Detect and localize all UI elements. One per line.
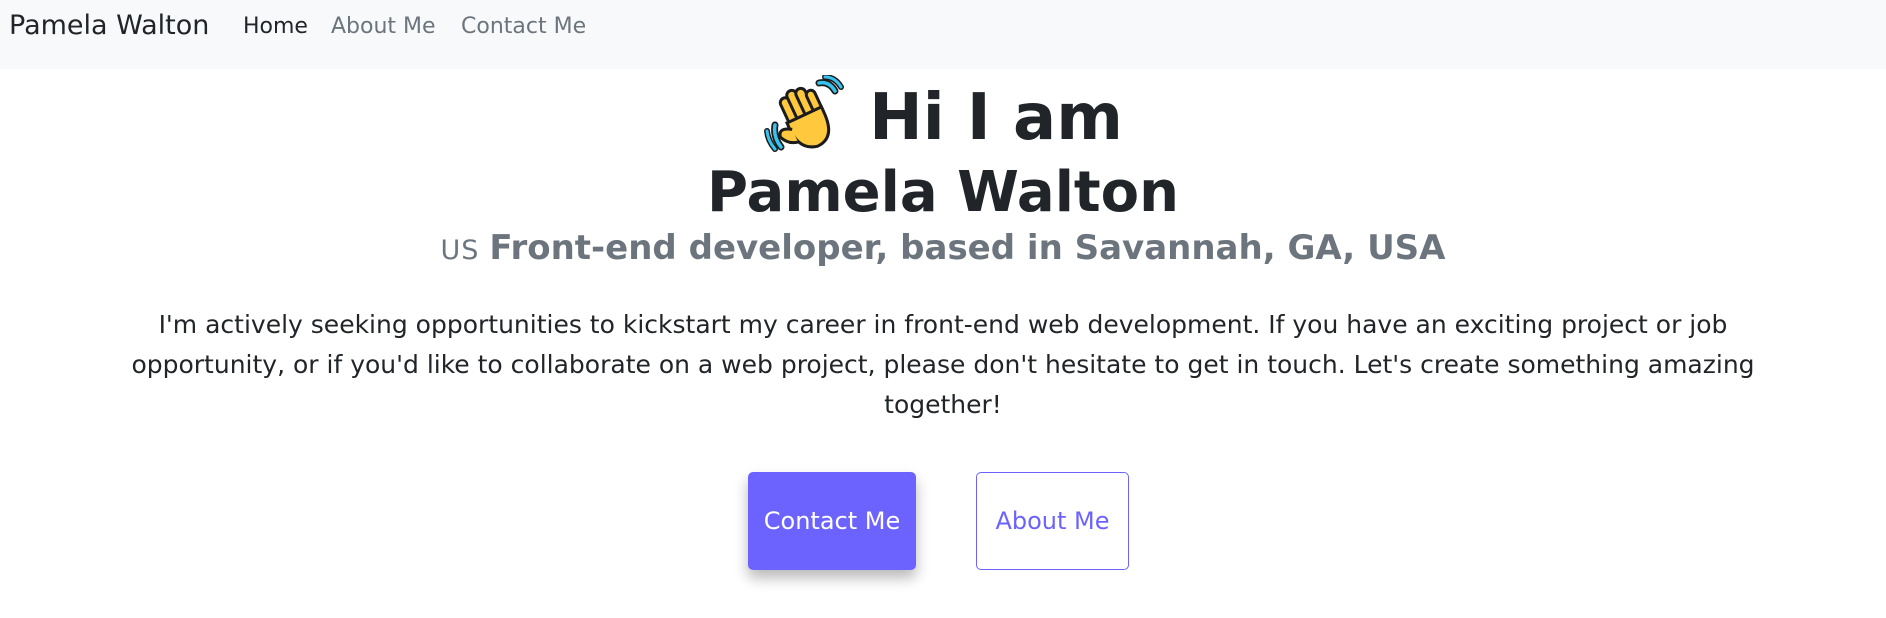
- waving-hand-icon: [763, 74, 845, 157]
- nav-link-home[interactable]: Home: [243, 14, 308, 39]
- hero-name: Pamela Walton: [706, 160, 1179, 225]
- nav-link-contact-me[interactable]: Contact Me: [461, 14, 586, 39]
- intro-paragraph: I'm actively seeking opportunities to ki…: [131, 310, 1755, 419]
- hero-role: US Front-end developer, based in Savannah…: [0, 228, 1886, 268]
- hero-role-text: Front-end developer, based in Savannah, …: [489, 228, 1446, 268]
- contact-me-button[interactable]: Contact Me: [748, 472, 916, 570]
- hero-greeting-text: Hi I am: [869, 81, 1123, 155]
- hero-greeting-row: Hi I am: [0, 74, 1886, 158]
- about-me-button[interactable]: About Me: [976, 472, 1129, 570]
- nav-link-about-me[interactable]: About Me: [331, 14, 436, 39]
- top-navbar: Pamela Walton Home About Me Contact Me: [0, 0, 1886, 69]
- us-flag-icon: US: [440, 235, 480, 266]
- brand-link[interactable]: Pamela Walton: [9, 10, 209, 41]
